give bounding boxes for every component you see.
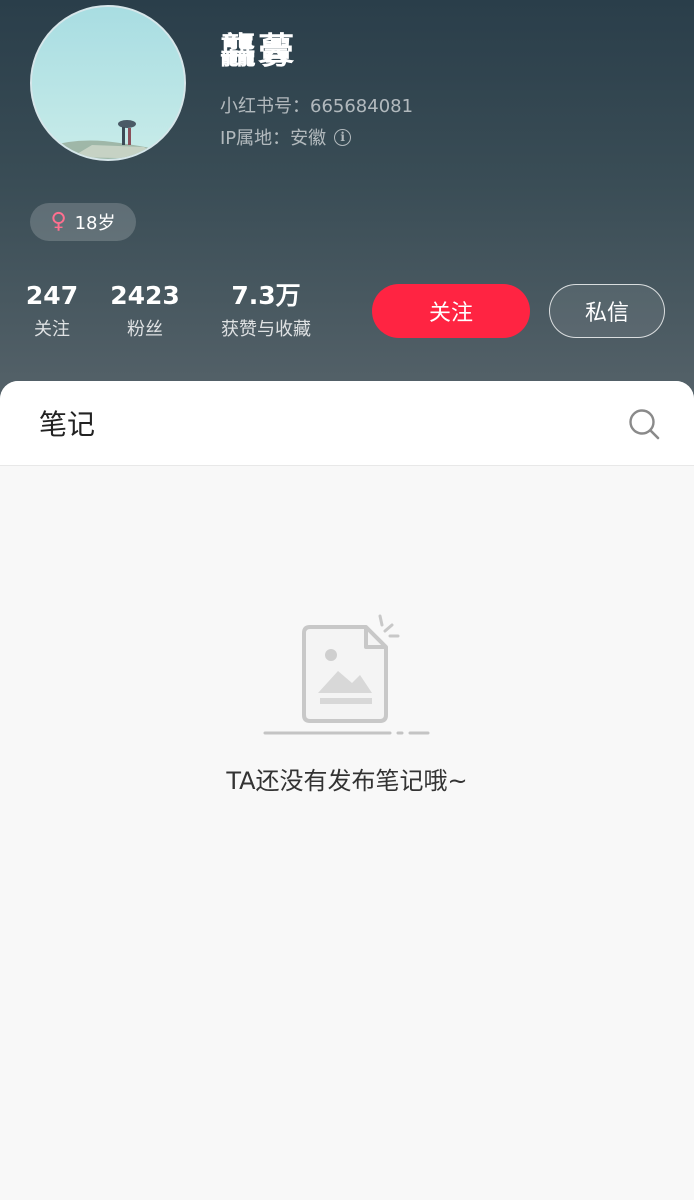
empty-state-text: TA还没有发布笔记哦~ <box>226 767 468 795</box>
user-id: 小红书号：665684081 <box>220 96 414 117</box>
tab-bar: 笔记 <box>0 381 694 466</box>
stat-following-label: 关注 <box>34 319 70 340</box>
tab-notes[interactable]: 笔记 <box>39 403 95 443</box>
stat-following[interactable]: 247 关注 <box>22 281 82 345</box>
ip-location-text: IP属地：安徽 <box>220 128 327 149</box>
stat-followers[interactable]: 2423 粉丝 <box>109 281 181 345</box>
empty-document-icon <box>263 614 430 735</box>
stat-followers-label: 粉丝 <box>127 319 163 340</box>
nickname: 龘虋 <box>220 31 297 72</box>
stat-following-count: 247 <box>25 281 79 310</box>
stat-likes-label: 获赞与收藏 <box>221 319 311 340</box>
message-button[interactable]: 私信 <box>549 284 665 338</box>
search-icon[interactable] <box>627 407 661 441</box>
stat-likes-collects[interactable]: 7.3万 获赞与收藏 <box>205 281 327 345</box>
gender-age-tag: ♀ 18岁 <box>30 203 136 241</box>
age-label: 18岁 <box>74 213 116 234</box>
ip-location: IP属地：安徽 i <box>220 124 352 150</box>
content-panel: 笔记 TA还没有发布笔记哦~ <box>0 381 694 1200</box>
stat-followers-count: 2423 <box>110 281 180 310</box>
profile-header: 龘虋 小红书号：665684081 IP属地：安徽 i ♀ 18岁 247 关注… <box>0 0 694 410</box>
info-icon[interactable]: i <box>334 128 352 146</box>
follow-button[interactable]: 关注 <box>372 284 530 338</box>
avatar[interactable] <box>30 5 186 161</box>
female-icon: ♀ <box>50 209 67 234</box>
stat-likes-count: 7.3万 <box>231 281 301 310</box>
